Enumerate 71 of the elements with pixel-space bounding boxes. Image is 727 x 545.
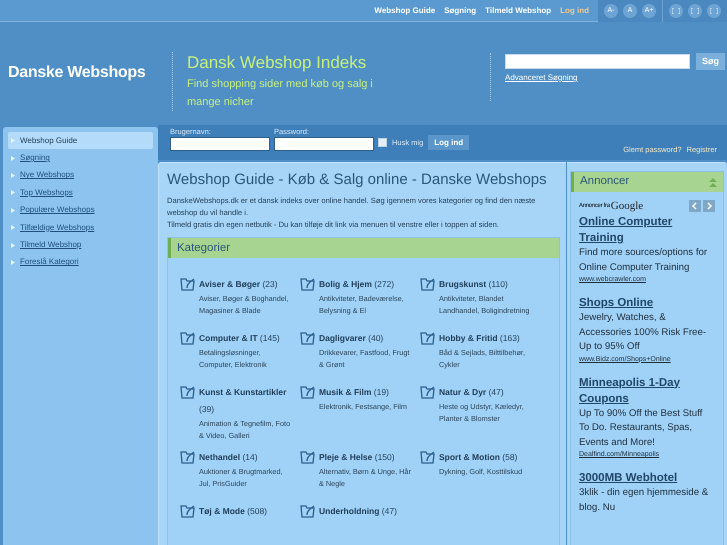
category-link[interactable]: Brugskunst (110): [439, 276, 539, 293]
ad-text: Find more sources/options for Online Computer Training: [579, 246, 708, 274]
sidebar-item[interactable]: Foreslå Kategori: [8, 254, 153, 272]
chevron-icon: [11, 172, 15, 178]
category-link[interactable]: Computer & IT (145): [199, 330, 299, 347]
folder-leaf-icon: [420, 448, 436, 464]
page-heading: Webshop Guide - Køb & Salg online - Danske Webshops: [167, 170, 548, 190]
category-link[interactable]: Tøj & Mode (508): [199, 502, 299, 520]
site-tagline: Find shopping sider med køb og salg i mange nicher: [187, 77, 374, 110]
category-link[interactable]: Dagligvarer (40): [319, 330, 419, 347]
password-field[interactable]: [274, 137, 374, 151]
folder-leaf-icon: [420, 330, 436, 345]
folder-leaf-icon: [300, 448, 316, 464]
previous-ad-icon[interactable]: [689, 200, 701, 212]
category-link[interactable]: Musik & Film (19): [319, 384, 419, 401]
remember-checkbox[interactable]: [378, 138, 387, 147]
folder-leaf-icon: [180, 448, 196, 464]
ad-text: Up To 90% Off the Best Stuff To Do. Restaurants, Spas, Events and More!: [579, 406, 704, 450]
category-link[interactable]: Hobby & Fritid (163): [439, 330, 539, 347]
ad-title-link[interactable]: Shops Online: [579, 295, 704, 311]
folder-leaf-icon: [180, 502, 196, 518]
login-button[interactable]: Log ind: [428, 135, 470, 150]
collapse-icon[interactable]: [709, 178, 717, 186]
ad-text: Jewelry, Watches, & Accessories 100% Risk Free- Up to 95% Off: [579, 311, 708, 354]
search-field[interactable]: [505, 54, 690, 69]
folder-leaf-icon: [300, 502, 316, 518]
category-link[interactable]: Nethandel (14): [199, 448, 299, 466]
ad-text: 3klik - din egen hjemmeside & blog. Nu: [579, 486, 710, 514]
ads-header: Annoncer: [580, 174, 630, 190]
category-link[interactable]: Pleje & Helse (150): [319, 448, 419, 466]
sidebar-item[interactable]: Tilfældige Webshops: [8, 218, 153, 236]
ad-title-link[interactable]: Minneapolis 1-Day Coupons: [579, 374, 704, 406]
chevron-icon: [11, 190, 15, 196]
chevron-icon: [11, 138, 15, 144]
chevron-icon: [11, 156, 15, 161]
site-title: Dansk Webshop Indeks: [187, 52, 368, 74]
sidebar-item[interactable]: Nye Webshops: [8, 166, 153, 184]
chevron-icon: [11, 260, 15, 265]
sidebar-item[interactable]: Top Webshops: [8, 184, 153, 202]
sidebar-item[interactable]: Webshop Guide: [8, 132, 153, 150]
chevron-icon: [11, 225, 15, 230]
categories-header: Kategorier: [168, 238, 559, 258]
chevron-icon: [11, 242, 15, 248]
chevron-icon: [11, 208, 15, 213]
username-field[interactable]: [170, 137, 270, 151]
sidebar-item[interactable]: Søgning: [8, 149, 153, 167]
next-ad-icon[interactable]: [703, 200, 715, 212]
layout-width-icon[interactable]: [669, 4, 683, 18]
sidebar-item[interactable]: Tilmeld Webshop: [8, 236, 153, 254]
google-wordmark: Google: [610, 198, 644, 214]
ad-title-link[interactable]: Online Computer Training: [579, 214, 704, 246]
folder-leaf-icon: [300, 276, 316, 291]
folder-leaf-icon: [180, 384, 196, 399]
folder-leaf-icon: [180, 330, 196, 345]
category-link[interactable]: Natur & Dyr (47): [439, 384, 539, 401]
site-logo: Danske Webshops: [8, 63, 146, 83]
layout-width-icon[interactable]: [707, 4, 721, 18]
ad-title-link[interactable]: 3000MB Webhotel: [579, 470, 704, 486]
folder-leaf-icon: [180, 276, 196, 291]
category-link[interactable]: Sport & Motion (58): [439, 448, 539, 466]
layout-width-icon[interactable]: [688, 4, 702, 18]
folder-leaf-icon: [300, 384, 316, 399]
category-link[interactable]: Aviser & Bøger (23): [199, 276, 299, 293]
category-link[interactable]: Underholdning (47): [319, 502, 419, 520]
sidebar-item[interactable]: Populære Webshops: [8, 202, 153, 219]
folder-leaf-icon: [420, 276, 436, 291]
folder-leaf-icon: [300, 330, 316, 345]
category-link[interactable]: Kunst & Kunstartikler (39): [199, 384, 299, 418]
advanced-search-link[interactable]: Advanceret Søgning: [505, 72, 725, 84]
folder-leaf-icon: [420, 384, 436, 399]
category-link[interactable]: Bolig & Hjem (272): [319, 276, 419, 293]
